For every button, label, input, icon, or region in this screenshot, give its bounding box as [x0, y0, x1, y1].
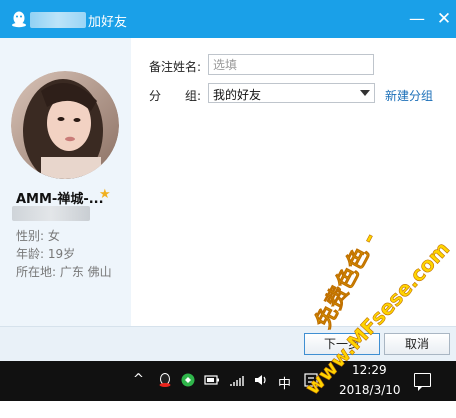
age-info: 年龄: 19岁: [16, 247, 76, 261]
minimize-button[interactable]: —: [406, 8, 428, 30]
nickname: AMM-禅城-...: [16, 192, 104, 207]
qq-tray-icon[interactable]: [158, 372, 172, 388]
close-button[interactable]: ✕: [433, 8, 455, 30]
location-info: 所在地: 广东 佛山: [16, 265, 112, 279]
chevron-up-icon[interactable]: ^: [133, 372, 144, 387]
profile-panel: AMM-禅城-... ★ 性别: 女 年龄: 19岁 所在地: 广东 佛山: [0, 38, 131, 326]
new-group-link[interactable]: 新建分组: [385, 87, 433, 104]
clock-time[interactable]: 12:29: [352, 363, 387, 377]
title-blurred-name: [30, 12, 86, 28]
ime-settings-icon[interactable]: [303, 372, 319, 388]
watermark-line1: 免费色色 -: [310, 228, 382, 333]
chevron-down-icon: [360, 90, 370, 96]
browser-tray-icon[interactable]: [181, 373, 195, 387]
title-bar: 加好友 — ✕: [0, 0, 456, 38]
star-icon: ★: [99, 187, 111, 202]
notification-icon[interactable]: [414, 373, 431, 391]
clock-date[interactable]: 2018/3/10: [339, 383, 401, 397]
remark-input[interactable]: [208, 54, 374, 75]
blurred-account-id: [12, 206, 90, 221]
battery-icon[interactable]: [204, 374, 220, 386]
remark-label: 备注姓名:: [149, 60, 202, 74]
volume-icon[interactable]: [253, 373, 269, 387]
gender-info: 性别: 女: [16, 229, 60, 243]
avatar: [11, 71, 119, 179]
group-select-value: 我的好友: [213, 88, 262, 102]
group-select[interactable]: 我的好友: [208, 83, 375, 103]
window-title: 加好友: [88, 15, 128, 30]
wifi-icon[interactable]: [229, 373, 245, 387]
ime-indicator[interactable]: 中: [278, 373, 291, 392]
cancel-button[interactable]: 取消: [384, 333, 450, 355]
qq-penguin-icon: [12, 11, 26, 28]
group-label: 分 组:: [149, 89, 202, 103]
next-button[interactable]: 下一步: [304, 333, 380, 355]
